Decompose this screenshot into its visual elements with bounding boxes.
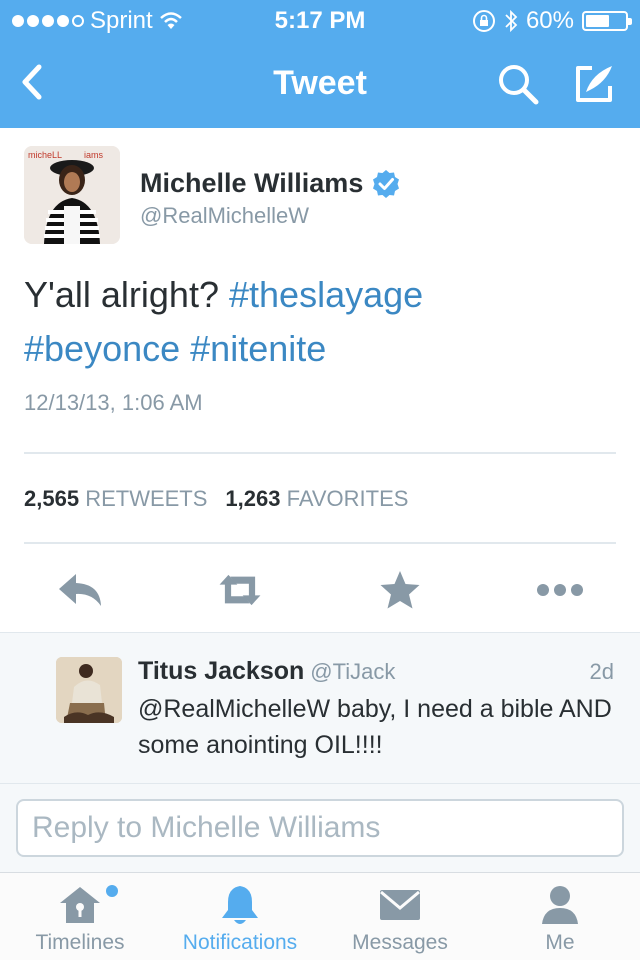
person-icon	[542, 886, 578, 924]
reply-author[interactable]: Titus Jackson @TiJack	[138, 657, 395, 686]
reply-text: @RealMichelleW baby, I need a bible AND …	[138, 695, 612, 759]
svg-text:micheLL: micheLL	[28, 150, 62, 160]
tweet-text: Y'all alright? #theslayage #beyonce #nit…	[24, 268, 616, 376]
compose-icon	[576, 66, 612, 102]
favorites-label: FAVORITES	[286, 486, 409, 511]
home-icon	[60, 887, 100, 923]
reply-time: 2d	[589, 659, 614, 684]
status-right: 60%	[472, 7, 632, 35]
tab-messages[interactable]: Messages	[320, 873, 480, 960]
reply-author-handle: @TiJack	[310, 659, 396, 684]
unread-dot	[106, 885, 118, 897]
retweets-stat[interactable]: 2,565 RETWEETS	[24, 486, 207, 512]
tweet-stats: 2,565 RETWEETS 1,263 FAVORITES	[24, 486, 408, 512]
hashtag-link[interactable]: #nitenite	[190, 328, 326, 369]
divider	[24, 542, 616, 544]
author-name[interactable]: Michelle Williams	[140, 168, 401, 199]
reply-button[interactable]	[56, 568, 104, 612]
tab-notifications[interactable]: Notifications	[160, 873, 320, 960]
tab-label: Me	[545, 931, 575, 954]
tab-me[interactable]: Me	[480, 873, 640, 960]
tweet-actions	[0, 560, 640, 620]
verified-badge-icon	[373, 169, 400, 198]
tab-label: Messages	[352, 931, 448, 954]
more-icon	[537, 584, 583, 596]
favorite-button[interactable]	[376, 568, 424, 612]
battery-icon	[582, 11, 632, 31]
reply-input[interactable]	[16, 799, 624, 857]
bell-icon	[222, 886, 258, 924]
retweet-icon	[219, 574, 261, 606]
hashtag-link[interactable]: #theslayage	[229, 274, 423, 315]
star-icon	[380, 571, 420, 609]
compose-button[interactable]	[572, 62, 616, 106]
search-button[interactable]	[496, 62, 540, 106]
top-bar: Sprint 5:17 PM 60% Tweet	[0, 0, 640, 128]
favorites-stat[interactable]: 1,263 FAVORITES	[225, 486, 408, 512]
battery-percent: 60%	[525, 7, 574, 34]
author-avatar[interactable]: micheLL iams	[24, 146, 120, 244]
reply-author-name: Titus Jackson	[138, 657, 305, 685]
retweet-button[interactable]	[216, 568, 264, 612]
page-title: Tweet	[273, 64, 367, 102]
status-bar: Sprint 5:17 PM 60%	[0, 0, 640, 40]
reply-compose-area	[0, 784, 640, 872]
envelope-icon	[380, 890, 420, 920]
tab-bar: Timelines Notifications Messages Me	[0, 872, 640, 960]
tab-label: Timelines	[35, 931, 125, 954]
tab-timelines[interactable]: Timelines	[0, 873, 160, 960]
svg-text:iams: iams	[84, 150, 104, 160]
tab-label: Notifications	[182, 931, 298, 954]
reply-item[interactable]: Titus Jackson @TiJack 2d @RealMichelleW b…	[0, 632, 640, 784]
more-button[interactable]	[536, 568, 584, 612]
tweet-timestamp: 12/13/13, 1:06 AM	[24, 390, 203, 415]
retweets-label: RETWEETS	[85, 486, 208, 511]
reply-icon	[59, 574, 101, 606]
rotation-lock-icon	[472, 10, 495, 32]
tweet-text-plain: Y'all alright?	[24, 274, 219, 315]
reply-avatar[interactable]	[56, 657, 122, 723]
divider	[24, 452, 616, 454]
author-handle[interactable]: @RealMichelleW	[140, 203, 309, 229]
author-name-text: Michelle Williams	[140, 168, 364, 198]
bluetooth-icon	[505, 9, 518, 33]
retweets-count: 2,565	[24, 486, 80, 511]
favorites-count: 1,263	[225, 486, 281, 511]
search-icon	[499, 65, 539, 105]
hashtag-link[interactable]: #beyonce	[24, 328, 180, 369]
